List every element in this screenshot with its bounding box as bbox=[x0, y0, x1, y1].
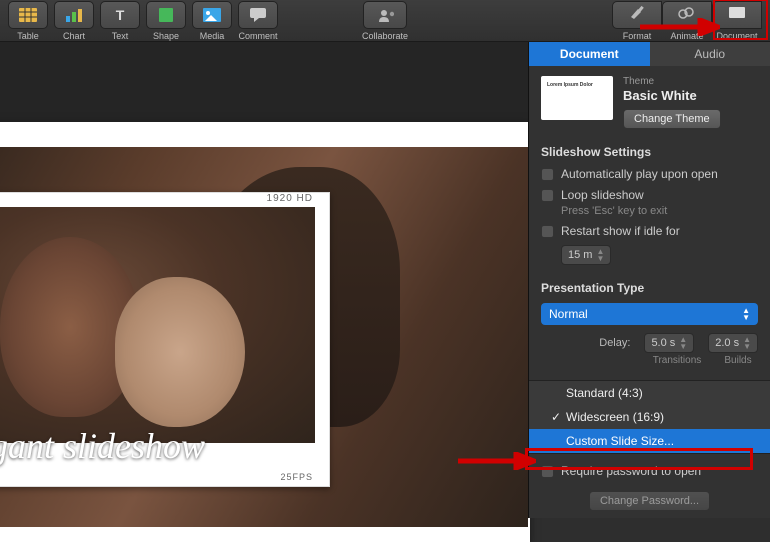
table-label: Table bbox=[17, 31, 39, 41]
slide-size-menu: Standard (4:3) ✓Widescreen (16:9) Custom… bbox=[529, 380, 770, 454]
media-icon bbox=[203, 8, 221, 22]
stepper-arrows-icon: ▲▼ bbox=[596, 248, 604, 262]
slideshow-settings-title: Slideshow Settings bbox=[541, 145, 758, 159]
frame-label-fps: 25FPS bbox=[280, 472, 313, 482]
size-standard[interactable]: Standard (4:3) bbox=[529, 381, 770, 405]
loop-hint: Press 'Esc' key to exit bbox=[561, 205, 758, 217]
table-button[interactable] bbox=[8, 1, 48, 29]
document-label: Document bbox=[716, 31, 757, 41]
builds-label: Builds bbox=[718, 355, 758, 366]
annotation-arrow-custom-size bbox=[458, 452, 536, 470]
shape-button[interactable] bbox=[146, 1, 186, 29]
change-theme-button[interactable]: Change Theme bbox=[623, 109, 721, 129]
size-widescreen[interactable]: ✓Widescreen (16:9) bbox=[529, 405, 770, 429]
comment-button[interactable] bbox=[238, 1, 278, 29]
document-icon bbox=[728, 6, 746, 24]
theme-name: Basic White bbox=[623, 88, 721, 103]
slide-caption: gant slideshow bbox=[0, 425, 205, 467]
media-label: Media bbox=[200, 31, 225, 41]
chart-label: Chart bbox=[63, 31, 85, 41]
require-password-label: Require password to open bbox=[561, 464, 701, 478]
checkbox-restart[interactable] bbox=[541, 225, 554, 238]
tab-audio[interactable]: Audio bbox=[650, 42, 770, 66]
annotation-arrow-document bbox=[640, 18, 720, 36]
size-custom[interactable]: Custom Slide Size... bbox=[529, 429, 770, 453]
inspector-sidebar: Document Audio Theme Basic White Change … bbox=[528, 42, 770, 518]
checkbox-loop[interactable] bbox=[541, 189, 554, 202]
text-icon: T bbox=[111, 8, 129, 22]
collaborate-icon bbox=[376, 8, 394, 22]
checkbox-autoplay[interactable] bbox=[541, 168, 554, 181]
loop-label: Loop slideshow bbox=[561, 188, 644, 202]
check-icon: ✓ bbox=[551, 410, 560, 424]
transitions-label: Transitions bbox=[650, 355, 704, 366]
shape-icon bbox=[157, 8, 175, 22]
frame-label-hd: 1920 HD bbox=[267, 193, 313, 204]
builds-stepper[interactable]: 2.0 s▲▼ bbox=[708, 333, 758, 353]
restart-label: Restart show if idle for bbox=[561, 224, 680, 238]
slide-canvas[interactable]: 1920 HD TO 25FPS gant slideshow bbox=[0, 42, 528, 518]
chart-icon bbox=[65, 8, 83, 22]
media-button[interactable] bbox=[192, 1, 232, 29]
checkbox-require-password[interactable] bbox=[541, 465, 554, 478]
delay-label: Delay: bbox=[599, 337, 630, 349]
collaborate-button[interactable] bbox=[363, 1, 407, 29]
table-icon bbox=[19, 8, 37, 22]
comment-label: Comment bbox=[238, 31, 277, 41]
presentation-type-title: Presentation Type bbox=[541, 281, 758, 295]
select-arrows-icon: ▲▼ bbox=[742, 307, 750, 321]
collaborate-label: Collaborate bbox=[362, 31, 408, 41]
comment-icon bbox=[249, 8, 267, 22]
presentation-type-select[interactable]: Normal▲▼ bbox=[541, 303, 758, 325]
theme-label: Theme bbox=[623, 76, 721, 87]
theme-thumbnail bbox=[541, 76, 613, 120]
idle-time-stepper[interactable]: 15 m▲▼ bbox=[561, 245, 611, 265]
transitions-stepper[interactable]: 5.0 s▲▼ bbox=[644, 333, 694, 353]
tab-document[interactable]: Document bbox=[529, 42, 650, 66]
autoplay-label: Automatically play upon open bbox=[561, 167, 718, 181]
slide-background-photo: 1920 HD TO 25FPS gant slideshow bbox=[0, 147, 528, 527]
shape-label: Shape bbox=[153, 31, 179, 41]
text-button[interactable]: T bbox=[100, 1, 140, 29]
chart-button[interactable] bbox=[54, 1, 94, 29]
text-label: Text bbox=[112, 31, 129, 41]
change-password-button[interactable]: Change Password... bbox=[589, 491, 710, 511]
